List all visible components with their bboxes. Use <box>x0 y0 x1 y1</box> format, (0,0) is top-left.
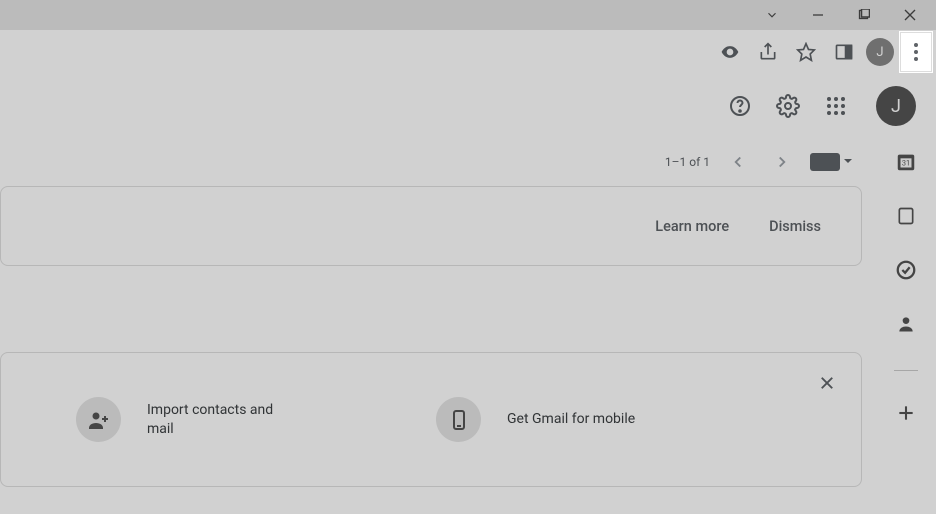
phone-icon <box>436 397 481 442</box>
learn-more-link[interactable]: Learn more <box>655 218 729 235</box>
content-area: 1–1 of 1 Learn more Dismiss Import conta… <box>0 138 876 514</box>
help-icon[interactable] <box>720 86 760 126</box>
svg-text:31: 31 <box>902 159 910 168</box>
browser-toolbar: J <box>0 30 936 74</box>
sidepanel-toggle-icon[interactable] <box>828 36 860 68</box>
avatar-initial: J <box>876 45 883 60</box>
input-tools-button[interactable] <box>810 153 856 171</box>
settings-gear-icon[interactable] <box>768 86 808 126</box>
browser-menu-button[interactable] <box>900 32 932 72</box>
avatar-initial: J <box>891 96 901 117</box>
app-header <box>0 74 936 138</box>
suggestion-import[interactable]: Import contacts and mail <box>76 397 396 442</box>
pager-bar: 1–1 of 1 <box>0 138 876 186</box>
pager-range: 1–1 of 1 <box>665 155 710 169</box>
suggestions-banner: Import contacts and mail Get Gmail for m… <box>0 352 862 487</box>
keep-icon[interactable] <box>894 204 918 228</box>
account-avatar[interactable]: J <box>876 86 916 126</box>
contacts-icon[interactable] <box>894 312 918 336</box>
dots-vertical-icon <box>914 43 918 61</box>
person-add-icon <box>76 397 121 442</box>
info-banner: Learn more Dismiss <box>0 186 862 266</box>
profile-avatar-small[interactable]: J <box>866 38 894 66</box>
star-icon[interactable] <box>790 36 822 68</box>
keyboard-icon <box>810 153 840 171</box>
maximize-icon[interactable] <box>856 7 872 23</box>
pager-next-icon[interactable] <box>766 146 798 178</box>
dismiss-button[interactable]: Dismiss <box>769 218 821 235</box>
tasks-icon[interactable] <box>894 258 918 282</box>
tab-dropdown-icon[interactable] <box>764 7 780 23</box>
close-icon[interactable] <box>815 371 839 395</box>
share-icon[interactable] <box>752 36 784 68</box>
suggestion-mobile[interactable]: Get Gmail for mobile <box>436 397 756 442</box>
suggestion-label: Get Gmail for mobile <box>507 410 635 429</box>
close-window-icon[interactable] <box>902 7 918 23</box>
add-addon-icon[interactable] <box>894 401 918 425</box>
side-panel: 31 <box>876 138 936 514</box>
sidepanel-divider <box>894 370 918 371</box>
minimize-icon[interactable] <box>810 7 826 23</box>
eye-icon[interactable] <box>714 36 746 68</box>
apps-grid-icon[interactable] <box>816 86 856 126</box>
suggestion-label: Import contacts and mail <box>147 401 287 439</box>
window-titlebar <box>0 0 936 30</box>
calendar-icon[interactable]: 31 <box>894 150 918 174</box>
pager-prev-icon[interactable] <box>722 146 754 178</box>
